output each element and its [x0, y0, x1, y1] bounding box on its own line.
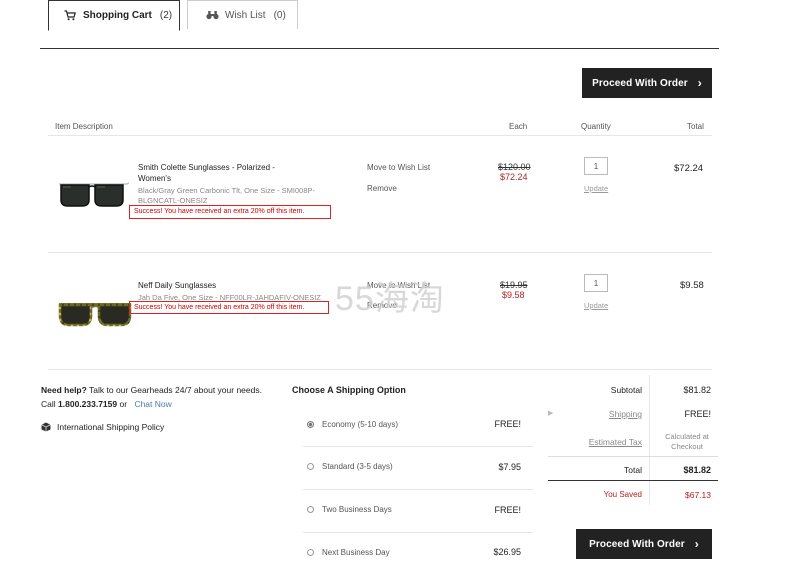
proceed-with-order-button-bottom[interactable]: Proceed With Order › — [576, 529, 712, 559]
radio-button[interactable] — [307, 421, 314, 428]
international-shipping-policy-link[interactable]: International Shipping Policy — [41, 420, 164, 434]
success-message: Success! You have received an extra 20% … — [129, 301, 329, 314]
shipping-option-label: Next Business Day — [322, 548, 390, 557]
tab-label: Shopping Cart — [83, 10, 152, 21]
chevron-right-icon: › — [694, 537, 699, 551]
shipping-option-price: $7.95 — [498, 462, 521, 472]
divider — [303, 532, 533, 533]
update-link[interactable]: Update — [584, 184, 608, 193]
help-text: Talk to our Gearheads 24/7 about your ne… — [89, 385, 262, 395]
tab-shopping-cart[interactable]: Shopping Cart (2) — [48, 0, 180, 31]
divider — [548, 480, 718, 481]
tab-label: Wish List — [225, 9, 266, 21]
tax-calculated-note: Calculated at Checkout — [665, 432, 709, 451]
tab-count: (0) — [273, 9, 286, 21]
chat-now-link[interactable]: Chat Now — [134, 399, 171, 409]
quantity-input[interactable]: 1 — [584, 274, 608, 292]
total-label: Total — [624, 465, 642, 475]
original-price: $19.95 — [500, 280, 528, 290]
col-total: Total — [687, 122, 704, 131]
line-total: $9.58 — [680, 280, 704, 291]
box-icon — [41, 422, 51, 432]
total-value: $81.82 — [683, 465, 711, 475]
product-image-neff-daily[interactable] — [58, 300, 132, 328]
radio-button[interactable] — [307, 549, 314, 556]
col-each: Each — [509, 122, 528, 131]
shipping-option-label: Economy (5-10 days) — [322, 420, 399, 429]
summary-divider — [649, 375, 650, 505]
divider — [548, 456, 718, 457]
line-total: $72.24 — [674, 163, 704, 174]
arrow-right-icon: ▶ — [548, 410, 554, 417]
sale-price: $9.58 — [502, 290, 525, 300]
col-item-description: Item Description — [55, 122, 113, 131]
radio-button[interactable] — [307, 463, 314, 470]
move-to-wish-list-link[interactable]: Move to Wish List — [367, 163, 430, 172]
item-variant: Black/Gray Green Carbonic Tlt, One Size … — [138, 186, 316, 205]
you-saved-label: You Saved — [603, 490, 642, 499]
tab-count: (2) — [159, 10, 173, 21]
proceed-with-order-button[interactable]: Proceed With Order › — [582, 68, 712, 98]
proceed-label: Proceed With Order — [589, 538, 685, 550]
shipping-options-title: Choose A Shipping Option — [292, 385, 406, 395]
subtotal-label: Subtotal — [610, 385, 642, 395]
shipping-option-label: Two Business Days — [322, 505, 392, 514]
cart-icon — [63, 10, 77, 22]
original-price: $120.00 — [498, 162, 531, 172]
remove-link[interactable]: Remove — [367, 184, 397, 193]
update-link[interactable]: Update — [584, 301, 608, 310]
intl-policy-label: International Shipping Policy — [57, 422, 165, 432]
divider — [48, 369, 712, 370]
call-prefix: Call — [41, 399, 56, 409]
tab-wish-list[interactable]: Wish List (0) — [187, 0, 298, 29]
shipping-option-two-day[interactable]: Two Business Days — [307, 505, 392, 514]
shipping-option-price: FREE! — [494, 419, 521, 429]
product-image-smith-colette[interactable] — [57, 176, 130, 210]
subtotal-value: $81.82 — [683, 385, 711, 395]
shipping-option-price: FREE! — [494, 505, 521, 515]
or-text: or — [119, 399, 128, 409]
shipping-option-price: $26.95 — [493, 547, 521, 557]
proceed-label: Proceed With Order — [592, 77, 688, 89]
divider — [303, 489, 533, 490]
item-name[interactable]: Neff Daily Sunglasses — [138, 280, 216, 291]
divider — [48, 252, 712, 253]
success-message: Success! You have received an extra 20% … — [129, 205, 331, 219]
you-saved-value: $67.13 — [685, 490, 711, 500]
shipping-value: FREE! — [684, 409, 711, 419]
divider — [303, 446, 533, 447]
watermark: 55海淘 — [335, 280, 445, 318]
quantity-input[interactable]: 1 — [584, 157, 608, 175]
shipping-option-standard[interactable]: Standard (3-5 days) — [307, 462, 393, 471]
estimated-tax-link[interactable]: Estimated Tax — [560, 437, 642, 447]
phone-number[interactable]: 1.800.233.7159 — [58, 399, 117, 409]
chevron-right-icon: › — [697, 76, 702, 90]
need-help-label: Need help? — [41, 385, 87, 395]
col-quantity: Quantity — [581, 122, 611, 131]
shipping-link[interactable]: Shipping — [560, 409, 642, 419]
binoculars-icon — [205, 9, 219, 21]
shipping-option-next-day[interactable]: Next Business Day — [307, 548, 390, 557]
shipping-option-label: Standard (3-5 days) — [322, 462, 393, 471]
divider — [48, 135, 712, 136]
item-name[interactable]: Smith Colette Sunglasses - Polarized - W… — [138, 162, 275, 184]
shipping-option-economy[interactable]: Economy (5-10 days) — [307, 420, 398, 429]
sale-price: $72.24 — [500, 172, 528, 182]
help-section: Need help? Talk to our Gearheads 24/7 ab… — [41, 383, 291, 411]
radio-button[interactable] — [307, 506, 314, 513]
